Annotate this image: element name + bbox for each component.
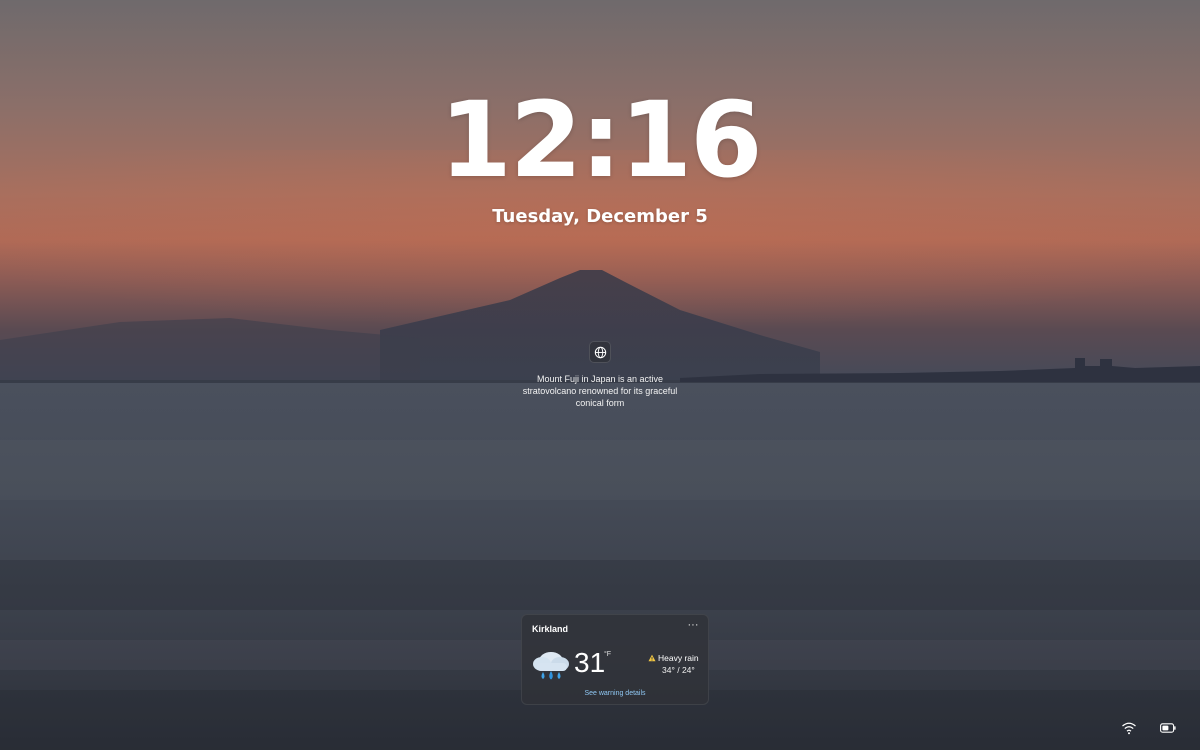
battery-status[interactable] bbox=[1160, 720, 1176, 736]
lock-screen-date: Tuesday, December 5 bbox=[492, 206, 708, 227]
weather-condition-row: Heavy rain bbox=[647, 653, 702, 665]
weather-widget[interactable]: Kirkland ··· 31 °F Heavy rain 34° / 24° … bbox=[521, 614, 709, 705]
weather-location: Kirkland bbox=[532, 624, 569, 634]
wifi-icon bbox=[1122, 722, 1136, 735]
sea-sheen-1 bbox=[0, 440, 1200, 500]
globe-icon bbox=[594, 346, 606, 358]
network-status[interactable] bbox=[1121, 720, 1139, 736]
mount-fuji-silhouette bbox=[380, 270, 820, 382]
lock-screen[interactable]: 12:16 Tuesday, December 5 Mount Fuji in … bbox=[0, 0, 1200, 750]
weather-temperature: 31 bbox=[574, 647, 606, 678]
warning-icon bbox=[648, 654, 656, 662]
weather-more-button[interactable]: ··· bbox=[685, 619, 701, 633]
see-warning-details-link[interactable]: See warning details bbox=[522, 690, 708, 697]
weather-unit: °F bbox=[604, 651, 612, 658]
sea-wave-dark-1 bbox=[0, 560, 1200, 610]
spotlight-caption[interactable]: Mount Fuji in Japan is an active stratov… bbox=[520, 373, 680, 409]
battery-icon bbox=[1160, 723, 1176, 733]
weather-high-low: 34° / 24° bbox=[662, 665, 695, 675]
spotlight-info-button[interactable] bbox=[589, 341, 611, 363]
distant-hills bbox=[0, 318, 420, 382]
weather-condition: Heavy rain bbox=[658, 653, 699, 663]
heavy-rain-icon bbox=[533, 652, 569, 680]
lock-screen-clock: 12:16 bbox=[439, 79, 762, 201]
